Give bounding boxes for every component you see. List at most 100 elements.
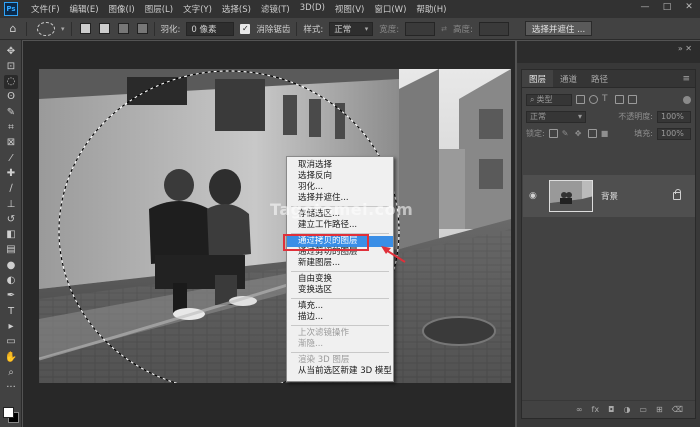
add-to-selection-icon[interactable] — [98, 23, 110, 34]
lock-transparent-icon[interactable] — [548, 129, 558, 138]
rectangle-tool-icon[interactable]: ▭ — [4, 335, 18, 349]
lasso-tool-icon[interactable]: ʘ — [4, 90, 18, 104]
smart-object-filter-icon[interactable] — [628, 95, 637, 104]
lock-image-icon[interactable]: ✎ — [562, 129, 571, 138]
lock-position-icon[interactable]: ✥ — [575, 129, 584, 138]
elliptical-marquee-preset-icon[interactable] — [37, 21, 55, 36]
menu-item[interactable]: 滤镜(T) — [256, 3, 295, 15]
move-tool-icon[interactable]: ✥ — [4, 44, 18, 58]
width-input[interactable] — [405, 21, 436, 36]
lock-all-icon[interactable]: ■ — [601, 129, 610, 138]
context-menu-item[interactable]: 变换选区 — [287, 285, 393, 296]
panel-menu-icon[interactable]: ≡ — [677, 70, 695, 87]
type-tool-icon[interactable]: T — [4, 304, 18, 318]
subtract-from-selection-icon[interactable] — [117, 23, 129, 34]
foreground-color-swatch[interactable] — [3, 407, 14, 418]
tab-paths[interactable]: 路径 — [584, 70, 615, 87]
home-icon[interactable]: ⌂ — [6, 22, 20, 36]
swap-icon[interactable]: ⇄ — [441, 25, 447, 33]
trash-icon[interactable]: ⌫ — [672, 405, 683, 414]
lock-artboard-icon[interactable] — [587, 129, 597, 138]
context-menu-item[interactable]: 填充... — [287, 301, 393, 312]
close-icon[interactable]: ✕ — [682, 2, 696, 12]
elliptical-marquee-tool-icon[interactable]: ◌ — [4, 74, 18, 89]
artboard-tool-icon[interactable]: ⊡ — [4, 59, 18, 73]
menu-item[interactable]: 编辑(E) — [65, 3, 104, 15]
menu-item[interactable]: 窗口(W) — [369, 3, 411, 15]
height-input[interactable] — [478, 21, 509, 36]
more-tools-icon[interactable]: ··· — [4, 381, 18, 395]
path-select-tool-icon[interactable]: ▸ — [4, 319, 18, 333]
lock-label: 锁定: — [526, 129, 545, 138]
panel-dock: » ✕ 图层 通道 路径 ≡ ⌕ 类型 T 正常 ▾ 不透明度: 100% 锁定… — [517, 41, 700, 427]
intersect-selection-icon[interactable] — [136, 23, 148, 34]
crop-tool-icon[interactable]: ⌗ — [4, 121, 18, 135]
menu-item[interactable]: 选择(S) — [217, 3, 256, 15]
gradient-tool-icon[interactable]: ▤ — [4, 243, 18, 257]
link-icon[interactable]: ∞ — [576, 405, 583, 414]
history-brush-tool-icon[interactable]: ↺ — [4, 212, 18, 226]
layer-filter-row: ⌕ 类型 T — [522, 91, 695, 108]
antialias-checkbox[interactable]: ✓ — [240, 23, 251, 34]
select-and-mask-button[interactable]: 选择并遮住 ... — [524, 21, 593, 36]
menu-item[interactable]: 文件(F) — [26, 3, 65, 15]
menu-item[interactable]: 文字(Y) — [178, 3, 217, 15]
blend-mode-value: 正常 — [530, 112, 546, 121]
brush-tool-icon[interactable]: ∕ — [4, 182, 18, 196]
maximize-icon[interactable]: □ — [660, 2, 674, 12]
filter-kind-select[interactable]: ⌕ 类型 — [526, 93, 572, 106]
zoom-tool-icon[interactable]: ⌕ — [4, 365, 18, 379]
dodge-tool-icon[interactable]: ◐ — [4, 274, 18, 288]
healing-brush-tool-icon[interactable]: ✚ — [4, 166, 18, 180]
new-layer-icon[interactable]: ⊞ — [656, 405, 663, 414]
quick-select-tool-icon[interactable]: ✎ — [4, 105, 18, 119]
chevron-down-icon[interactable]: ▾ — [61, 25, 65, 33]
fx-icon[interactable]: fx — [592, 405, 600, 414]
document-image[interactable] — [39, 69, 511, 383]
blend-mode-select[interactable]: 正常 ▾ — [526, 110, 586, 123]
menu-item[interactable]: 视图(V) — [330, 3, 369, 15]
tab-channels[interactable]: 通道 — [553, 70, 584, 87]
pixel-filter-icon[interactable] — [576, 95, 585, 104]
layer-name[interactable]: 背景 — [601, 190, 618, 202]
menu-item[interactable]: 图层(L) — [140, 3, 178, 15]
frame-tool-icon[interactable]: ⊠ — [4, 136, 18, 150]
shape-filter-icon[interactable] — [615, 95, 624, 104]
context-menu-item[interactable]: 描边... — [287, 312, 393, 323]
filter-toggle-icon[interactable] — [683, 95, 691, 104]
eyedropper-tool-icon[interactable]: ⁄ — [4, 151, 18, 165]
menu-item[interactable]: 图像(I) — [104, 3, 140, 15]
adjustment-filter-icon[interactable] — [589, 95, 598, 104]
collapse-panels-icon[interactable]: » ✕ — [678, 44, 692, 53]
pen-tool-icon[interactable]: ✒ — [4, 289, 18, 303]
context-menu-item[interactable]: 建立工作路径... — [287, 220, 393, 231]
adjustment-icon[interactable]: ◑ — [623, 405, 630, 414]
folder-icon[interactable]: ▭ — [639, 405, 647, 414]
hand-tool-icon[interactable]: ✋ — [4, 350, 18, 364]
new-selection-icon[interactable] — [79, 23, 91, 34]
minimize-icon[interactable]: — — [638, 2, 652, 12]
search-icon: ⌕ — [530, 94, 535, 104]
type-filter-icon[interactable]: T — [602, 95, 611, 104]
tab-layers[interactable]: 图层 — [522, 70, 554, 87]
opacity-input[interactable]: 100% — [657, 110, 691, 123]
menu-separator — [291, 271, 389, 272]
context-menu-item[interactable]: 从当前选区新建 3D 模型 — [287, 366, 393, 377]
context-menu-item[interactable]: 自由变换 — [287, 274, 393, 285]
layer-row-background[interactable]: ◉ 背景 — [523, 175, 695, 217]
context-menu-item[interactable]: 选择反向 — [287, 171, 393, 182]
feather-input[interactable]: 0 像素 — [186, 21, 235, 36]
blur-tool-icon[interactable]: ● — [4, 258, 18, 272]
clone-stamp-tool-icon[interactable]: ⊥ — [4, 197, 18, 211]
style-select[interactable]: 正常 ▾ — [329, 21, 374, 36]
eraser-tool-icon[interactable]: ◧ — [4, 228, 18, 242]
menu-item[interactable]: 帮助(H) — [411, 3, 451, 15]
menu-items: 文件(F) 编辑(E) 图像(I) 图层(L) 文字(Y) 选择(S) 滤镜(T) 3D(D)… — [26, 3, 451, 15]
fill-input[interactable]: 100% — [657, 127, 691, 140]
context-menu-item[interactable]: 羽化... — [287, 182, 393, 193]
eye-icon[interactable]: ◉ — [529, 191, 543, 201]
mask-icon[interactable]: ◘ — [608, 405, 614, 414]
style-label: 样式: — [303, 24, 324, 35]
menu-item[interactable]: 3D(D) — [295, 3, 330, 15]
context-menu-item[interactable]: 取消选择 — [287, 160, 393, 171]
